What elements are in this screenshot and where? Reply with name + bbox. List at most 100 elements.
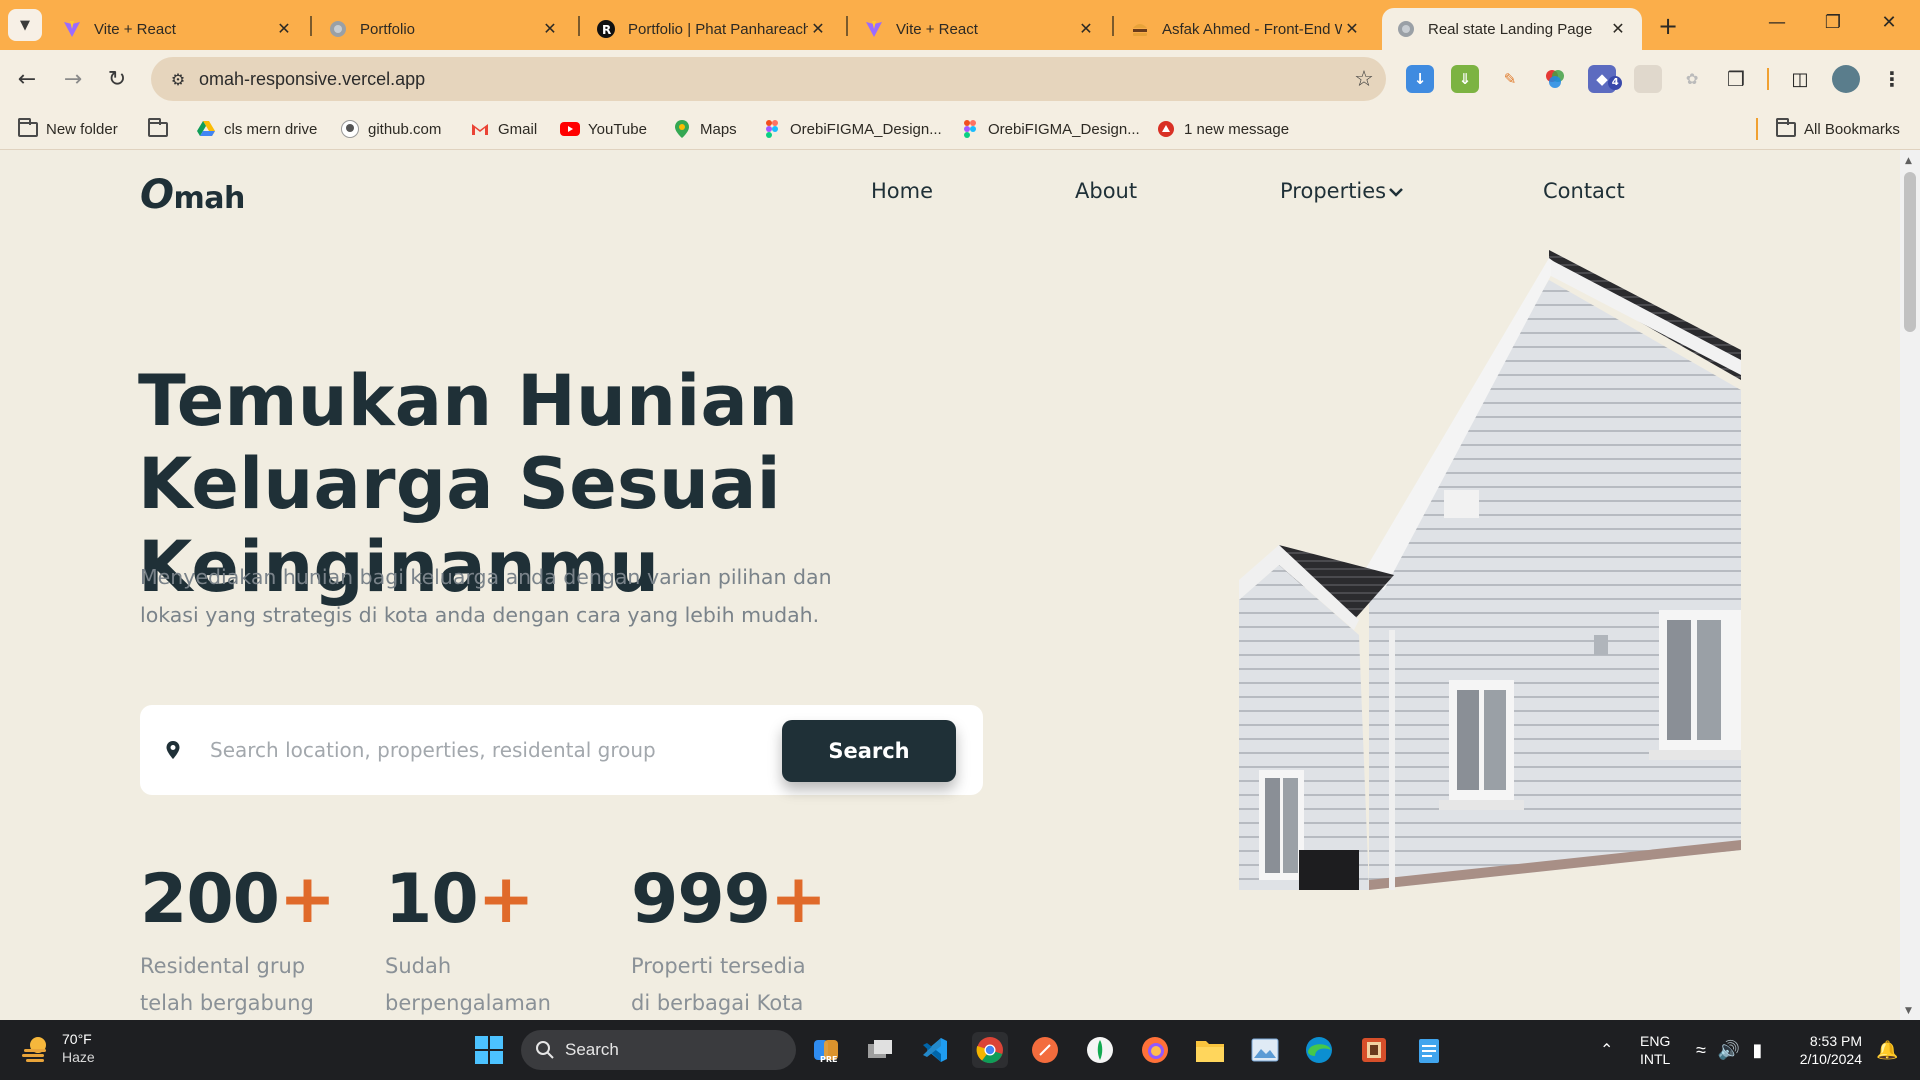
bookmark-github[interactable]: github.com — [340, 118, 441, 140]
close-icon[interactable]: ✕ — [274, 19, 294, 39]
stat-number: 999+ — [631, 860, 827, 940]
mongodb-compass-icon[interactable] — [1082, 1032, 1118, 1068]
minimize-button[interactable]: — — [1762, 12, 1792, 33]
tab-vite-react-1[interactable]: Vite + React ✕ — [48, 8, 308, 50]
bookmark-cls-mern-drive[interactable]: cls mern drive — [196, 118, 317, 140]
search-button[interactable]: Search — [782, 720, 956, 782]
clock[interactable]: 8:53 PM 2/10/2024 — [1792, 1020, 1862, 1080]
nav-contact[interactable]: Contact — [1543, 179, 1625, 203]
site-logo[interactable]: Omah — [140, 172, 245, 218]
tab-portfolio[interactable]: Portfolio ✕ — [314, 8, 574, 50]
extension-badge: 4 — [1608, 76, 1623, 90]
browser-toolbar: ← → ↻ ⚙ omah-responsive.vercel.app ☆ ↓ ⇓… — [0, 50, 1920, 108]
figma-icon — [762, 120, 782, 138]
language-indicator[interactable]: ENG INTL — [1640, 1020, 1670, 1080]
bookmark-folder[interactable] — [148, 117, 176, 140]
close-icon[interactable]: ✕ — [1342, 19, 1362, 39]
tab-divider — [846, 16, 848, 36]
reload-icon: ↻ — [107, 66, 127, 92]
avatar[interactable] — [1832, 65, 1860, 93]
scroll-down-arrow-icon[interactable]: ▼ — [1905, 1006, 1912, 1016]
edge-icon[interactable] — [1301, 1032, 1337, 1068]
bookmark-maps[interactable]: Maps — [672, 118, 737, 140]
download-extension-icon[interactable]: ↓ — [1406, 65, 1434, 93]
location-pin-icon — [166, 741, 180, 759]
bookmark-label: Maps — [700, 120, 737, 138]
site-info-icon[interactable]: ⚙ — [157, 70, 199, 89]
kebab-menu-icon[interactable]: ⋮ — [1878, 65, 1906, 93]
chrome-icon[interactable] — [972, 1032, 1008, 1068]
address-bar[interactable]: ⚙ omah-responsive.vercel.app ☆ — [151, 57, 1386, 101]
close-icon[interactable]: ✕ — [1076, 19, 1096, 39]
forward-button[interactable]: → — [56, 62, 90, 96]
reload-button[interactable]: ↻ — [100, 62, 134, 96]
chevron-down-icon: ▼ — [20, 17, 30, 33]
system-tray-icons[interactable]: ≈ 🔊 ▮ — [1696, 1020, 1762, 1080]
bookmark-new-message[interactable]: 1 new message — [1156, 118, 1289, 140]
file-explorer-icon[interactable] — [1192, 1032, 1228, 1068]
bookmark-gmail[interactable]: Gmail — [470, 118, 537, 140]
figma-icon — [960, 120, 980, 138]
notepad-icon[interactable] — [1411, 1032, 1447, 1068]
grid-extension-icon[interactable] — [1634, 65, 1662, 93]
bookmark-star-icon[interactable]: ☆ — [1342, 67, 1386, 92]
task-view-icon[interactable] — [862, 1032, 898, 1068]
github-icon — [340, 120, 360, 138]
color-picker-extension-icon[interactable]: ✎ — [1496, 65, 1524, 93]
back-button[interactable]: ← — [10, 62, 44, 96]
close-icon[interactable]: ✕ — [1608, 19, 1628, 39]
show-hidden-icons[interactable]: ⌃ — [1600, 1020, 1613, 1080]
copilot-icon[interactable]: PRE — [808, 1032, 844, 1068]
photos-app-icon[interactable] — [1247, 1032, 1283, 1068]
chevron-down-icon — [1389, 188, 1404, 197]
all-bookmarks-button[interactable]: All Bookmarks — [1776, 117, 1900, 140]
new-tab-button[interactable]: + — [1652, 10, 1684, 42]
nav-home[interactable]: Home — [871, 179, 933, 203]
pale-extension-icon[interactable]: ✿ — [1678, 65, 1706, 93]
arrow-left-icon: ← — [17, 66, 37, 92]
nav-properties[interactable]: Properties — [1280, 179, 1404, 203]
windows-start-icon[interactable] — [471, 1032, 507, 1068]
shapes-extension-icon[interactable]: ◆ 4 — [1588, 65, 1623, 93]
search-input[interactable] — [210, 727, 710, 773]
bookmark-youtube[interactable]: YouTube — [560, 118, 647, 140]
bookmark-orebi-figma-1[interactable]: OrebiFIGMA_Design... — [762, 118, 942, 140]
taskbar-search[interactable]: Search — [521, 1030, 796, 1070]
scroll-up-arrow-icon[interactable]: ▲ — [1905, 156, 1912, 166]
chevron-up-icon: ⌃ — [1600, 1042, 1614, 1059]
stat-plus: + — [477, 860, 535, 939]
close-icon[interactable]: ✕ — [540, 19, 560, 39]
burger-icon — [1130, 19, 1150, 39]
side-panel-icon[interactable]: ◫ — [1786, 65, 1814, 93]
close-icon[interactable]: ✕ — [808, 19, 828, 39]
tab-search-button[interactable]: ▼ — [8, 9, 42, 41]
restore-button[interactable]: ❐ — [1818, 12, 1848, 33]
green-arrow-extension-icon[interactable]: ⇓ — [1451, 65, 1479, 93]
nav-about[interactable]: About — [1075, 179, 1137, 203]
tab-real-state-landing[interactable]: Real state Landing Page ✕ — [1382, 8, 1642, 50]
firefox-icon[interactable] — [1137, 1032, 1173, 1068]
tab-title: Vite + React — [94, 20, 176, 38]
notification-bell-icon[interactable]: 🔔 — [1876, 1020, 1898, 1080]
gmail-icon — [470, 120, 490, 138]
page-scrollbar[interactable]: ▲ ▼ — [1900, 150, 1920, 1020]
bookmark-orebi-figma-2[interactable]: OrebiFIGMA_Design... — [960, 118, 1140, 140]
weather-widget[interactable]: 70°F Haze — [20, 1030, 95, 1066]
extensions-puzzle-icon[interactable]: ❒ — [1722, 65, 1750, 93]
tab-portfolio-phat[interactable]: R Portfolio | Phat Panhareach ✕ — [582, 8, 842, 50]
compass-app-icon[interactable] — [1027, 1032, 1063, 1068]
svg-text:PRE: PRE — [820, 1055, 838, 1064]
scrollbar-thumb[interactable] — [1904, 172, 1916, 332]
books-app-icon[interactable] — [1356, 1032, 1392, 1068]
bookmark-label: OrebiFIGMA_Design... — [988, 120, 1140, 138]
tab-asfak-ahmed[interactable]: Asfak Ahmed - Front-End W ✕ — [1116, 8, 1376, 50]
url-text[interactable]: omah-responsive.vercel.app — [199, 69, 1342, 90]
colorful-extension-icon[interactable] — [1541, 65, 1569, 93]
weather-temp: 70°F — [62, 1031, 92, 1047]
tab-vite-react-2[interactable]: Vite + React ✕ — [850, 8, 1110, 50]
vscode-icon[interactable] — [917, 1032, 953, 1068]
bookmark-label: cls mern drive — [224, 120, 318, 138]
bookmark-new-folder[interactable]: New folder — [18, 117, 118, 140]
close-window-button[interactable]: ✕ — [1874, 12, 1904, 33]
battery-icon: ▮ — [1752, 1039, 1763, 1060]
